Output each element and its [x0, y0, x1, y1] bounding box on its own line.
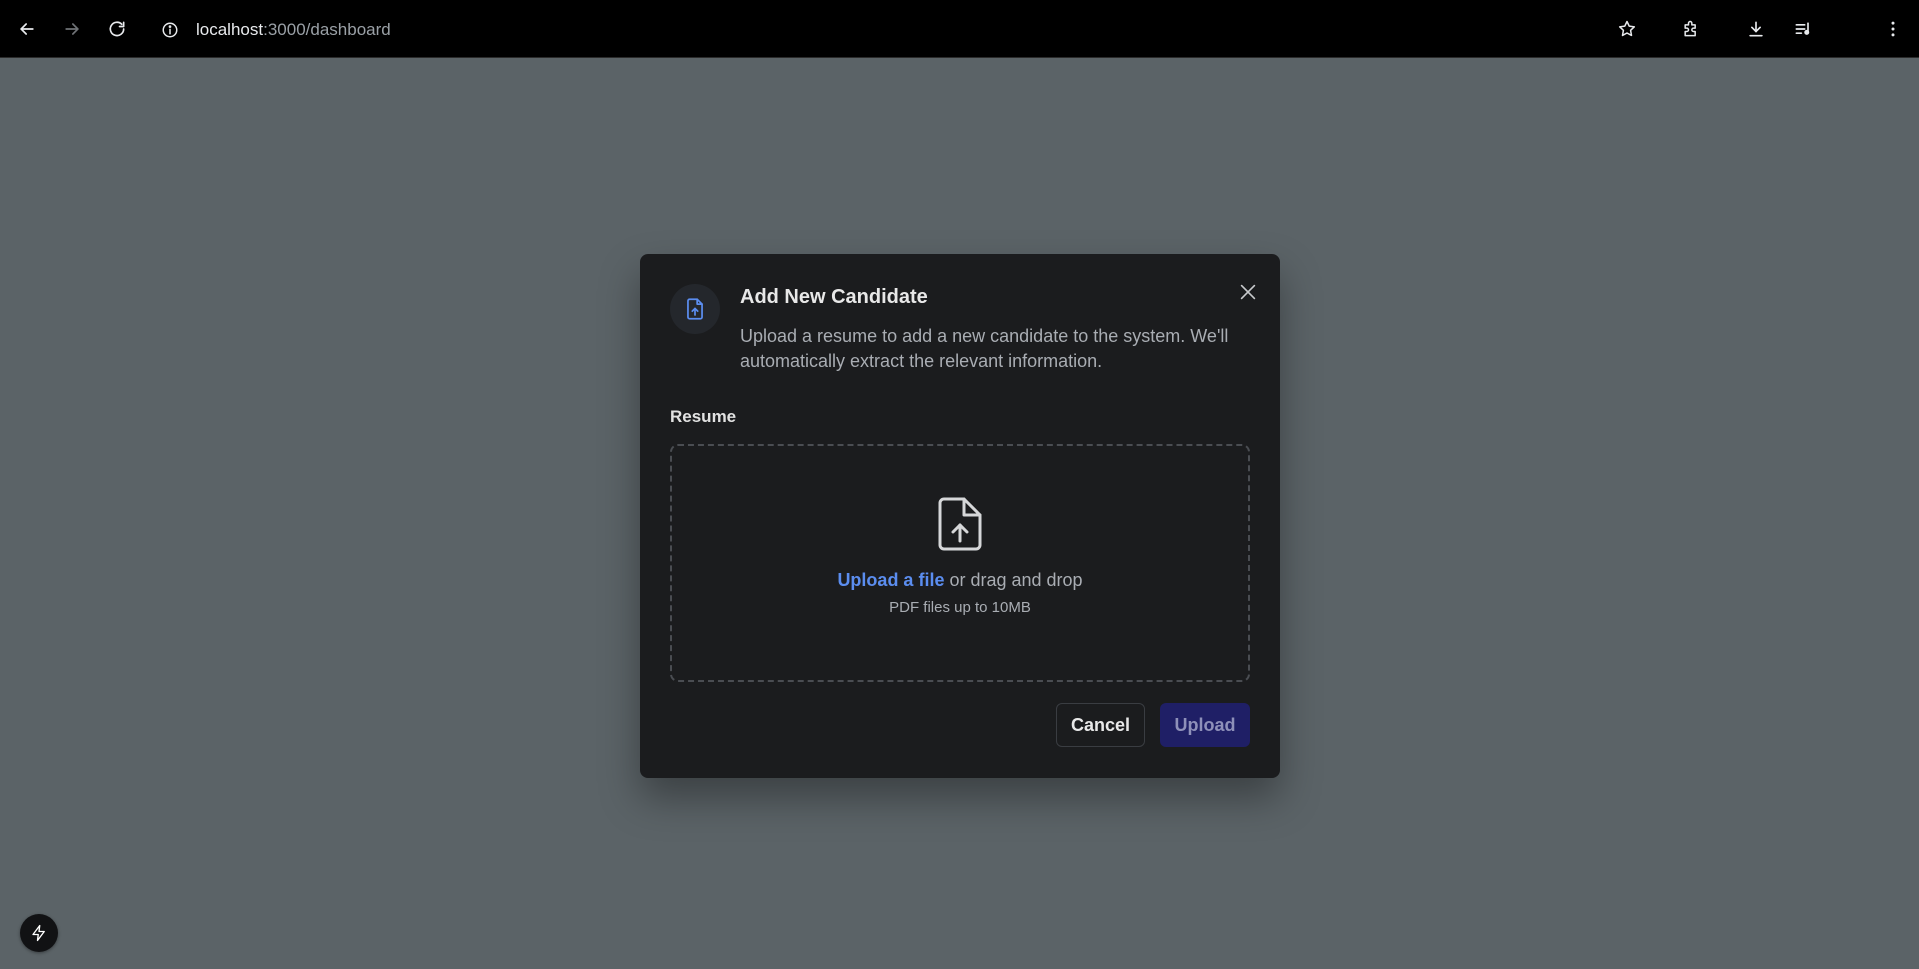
add-candidate-dialog: Add New Candidate Upload a resume to add…: [640, 254, 1280, 778]
upload-file-link[interactable]: Upload a file: [837, 570, 944, 590]
back-icon[interactable]: [12, 14, 42, 44]
download-icon[interactable]: [1741, 14, 1771, 44]
resume-label: Resume: [670, 407, 737, 426]
url-path: :3000/dashboard: [263, 20, 391, 39]
address-bar[interactable]: localhost:3000/dashboard: [196, 18, 391, 42]
bookmark-star-icon[interactable]: [1612, 14, 1642, 44]
file-type-hint: PDF files up to 10MB: [889, 599, 1031, 616]
reload-icon[interactable]: [102, 14, 132, 44]
upload-button[interactable]: Upload: [1160, 703, 1250, 747]
close-icon[interactable]: [1232, 276, 1264, 308]
dialog-title: Add New Candidate: [740, 286, 928, 308]
url-host: localhost: [196, 20, 264, 39]
lightning-icon[interactable]: [20, 914, 58, 952]
menu-icon[interactable]: [1878, 14, 1908, 44]
cancel-button[interactable]: Cancel: [1056, 703, 1145, 747]
dropzone-instruction: Upload a file or drag and drop: [837, 570, 1082, 591]
file-upload-icon: [936, 496, 984, 552]
extensions-icon[interactable]: [1676, 14, 1706, 44]
document-upload-icon: [670, 284, 720, 334]
site-info-icon[interactable]: [158, 18, 182, 42]
drag-drop-text: or drag and drop: [944, 570, 1083, 590]
browser-toolbar: localhost:3000/dashboard: [0, 0, 1919, 58]
media-control-icon[interactable]: [1788, 14, 1818, 44]
forward-icon[interactable]: [57, 14, 87, 44]
resume-dropzone[interactable]: Upload a file or drag and drop PDF files…: [670, 444, 1250, 682]
dialog-description: Upload a resume to add a new candidate t…: [740, 326, 1229, 371]
